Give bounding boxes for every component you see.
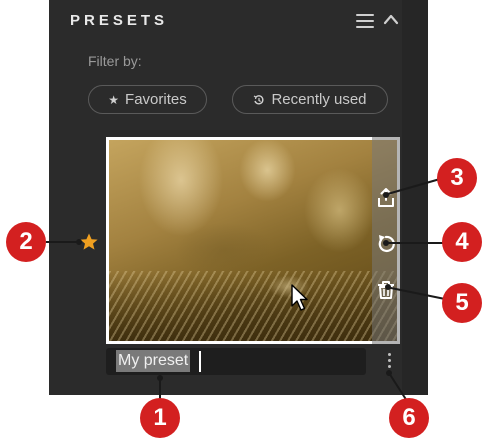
callout-badge-2: 2 bbox=[6, 222, 46, 262]
preset-thumbnail[interactable] bbox=[106, 137, 400, 344]
filter-label: Filter by: bbox=[88, 53, 142, 69]
callout-badge-6: 6 bbox=[389, 398, 429, 438]
favorite-star-icon[interactable] bbox=[79, 232, 99, 252]
history-icon bbox=[254, 94, 264, 105]
callout-badge-5: 5 bbox=[442, 283, 482, 323]
chip-label: Favorites bbox=[125, 91, 187, 108]
text-caret bbox=[199, 351, 201, 372]
chip-label: Recently used bbox=[271, 91, 367, 108]
callout-badge-3: 3 bbox=[437, 158, 477, 198]
filter-chip-recently-used[interactable]: Recently used bbox=[232, 85, 388, 114]
callout-badge-4: 4 bbox=[442, 222, 482, 262]
trash-icon[interactable] bbox=[374, 278, 398, 302]
share-icon[interactable] bbox=[374, 186, 398, 210]
reset-icon[interactable] bbox=[374, 232, 398, 256]
star-icon: ★ bbox=[108, 92, 120, 107]
panel-title: PRESETS bbox=[70, 12, 169, 29]
mouse-cursor-icon bbox=[291, 284, 308, 311]
preset-name-text[interactable]: My preset bbox=[116, 350, 191, 372]
panel-scroll-strip bbox=[402, 0, 428, 395]
callout-badge-1: 1 bbox=[140, 398, 180, 438]
menu-icon[interactable] bbox=[356, 14, 374, 28]
filter-chip-favorites[interactable]: ★ Favorites bbox=[88, 85, 207, 114]
preset-image bbox=[109, 140, 397, 341]
more-options-icon[interactable] bbox=[385, 353, 393, 373]
chevron-up-icon[interactable] bbox=[382, 12, 400, 26]
